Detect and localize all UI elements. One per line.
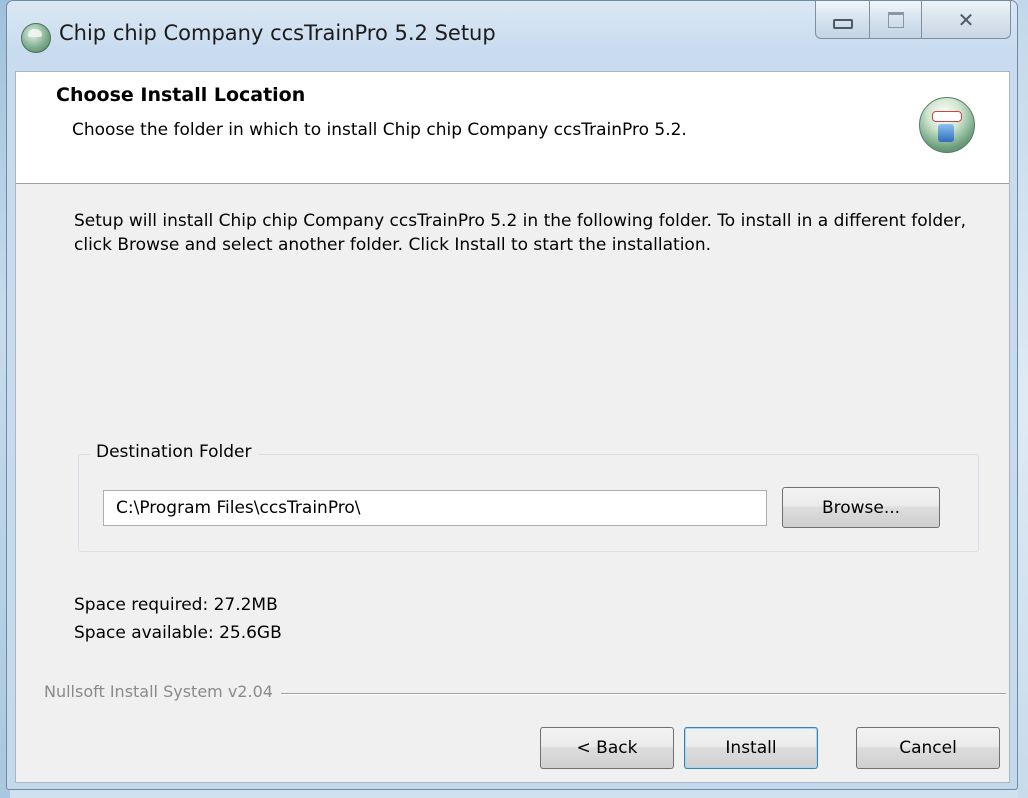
installer-label-shape	[932, 111, 962, 122]
back-button[interactable]: < Back	[540, 727, 674, 769]
page-subtitle: Choose the folder in which to install Ch…	[72, 120, 687, 140]
wizard-page: Choose Install Location Choose the folde…	[15, 71, 1010, 783]
window-controls: ✕	[815, 1, 1011, 41]
page-title: Choose Install Location	[56, 84, 306, 106]
maximize-icon	[887, 11, 904, 28]
download-arrow-icon	[938, 124, 954, 142]
window-title: Chip chip Company ccsTrainPro 5.2 Setup	[59, 21, 496, 45]
install-button[interactable]: Install	[684, 727, 818, 769]
space-required-text: Space required: 27.2MB	[74, 595, 278, 615]
setup-window: Chip chip Company ccsTrainPro 5.2 Setup …	[6, 0, 1018, 790]
destination-path-input[interactable]: C:\Program Files\ccsTrainPro\	[103, 490, 767, 526]
destination-folder-label: Destination Folder	[90, 442, 258, 462]
desktop-background-right	[1018, 0, 1028, 798]
close-button[interactable]: ✕	[922, 1, 1011, 39]
installer-globe-icon	[919, 97, 975, 153]
browse-button[interactable]: Browse...	[782, 487, 940, 528]
setup-globe-icon[interactable]	[21, 23, 51, 53]
close-icon: ✕	[957, 7, 975, 32]
minimize-button[interactable]	[815, 1, 870, 39]
title-bar[interactable]: Chip chip Company ccsTrainPro 5.2 Setup …	[7, 1, 1017, 71]
wizard-header: Choose Install Location Choose the folde…	[16, 72, 1009, 184]
intro-text: Setup will install Chip chip Company ccs…	[74, 211, 966, 255]
nsis-branding-text: Nullsoft Install System v2.04	[44, 682, 281, 701]
space-available-text: Space available: 25.6GB	[74, 623, 282, 643]
cancel-button[interactable]: Cancel	[856, 727, 1000, 769]
maximize-button[interactable]	[870, 1, 922, 39]
minimize-icon	[832, 18, 853, 29]
